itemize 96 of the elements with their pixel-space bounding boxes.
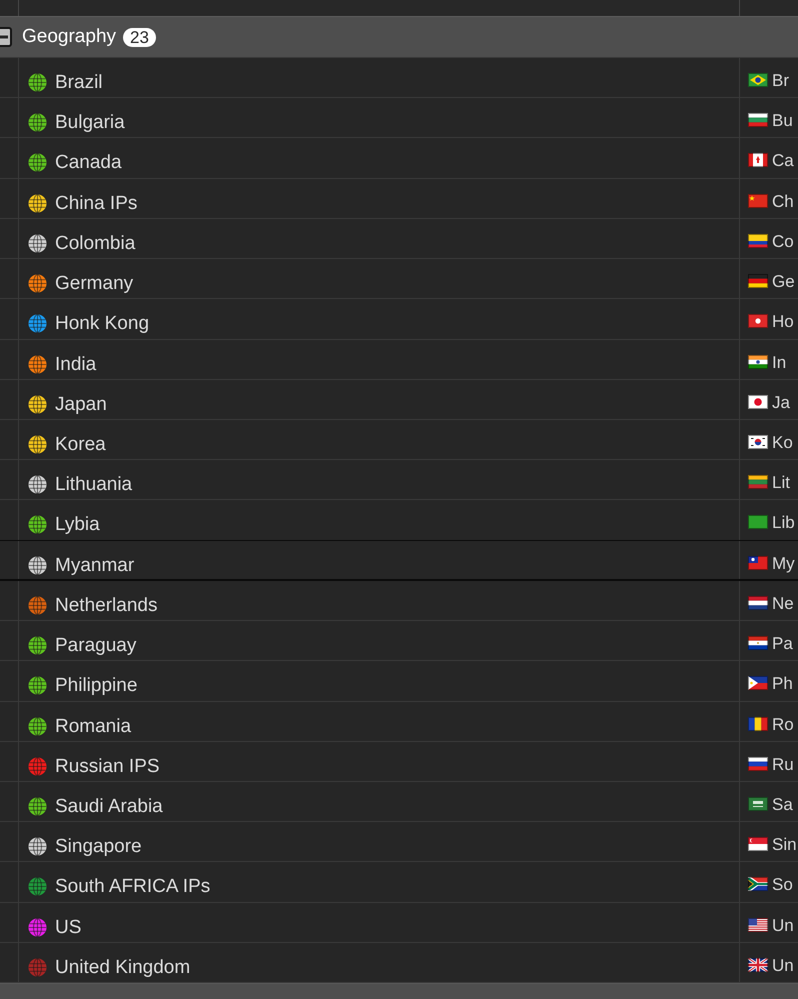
globe-icon [28, 274, 47, 294]
country-name: Ru [772, 754, 794, 775]
globe-icon [28, 837, 47, 856]
country-name: Un [772, 954, 794, 976]
item-name: China IPs [55, 192, 138, 215]
table-row[interactable]: Lithuania Lit [0, 460, 798, 500]
table-row[interactable]: Philippine Ph [0, 661, 798, 702]
country-name: Un [772, 914, 794, 936]
item-name: Netherlands [55, 594, 158, 617]
table-row[interactable]: Japan Ja [0, 380, 798, 420]
item-name: Brazil [55, 71, 103, 94]
table-row[interactable]: China IPs Ch [0, 178, 798, 219]
table-row[interactable]: Lybia Lib [0, 500, 798, 541]
globe-icon [28, 113, 47, 132]
country-name: Ko [772, 432, 793, 453]
country-name: Ja [772, 392, 790, 413]
table-row[interactable]: Paraguay Pa [0, 621, 798, 662]
globe-icon [28, 314, 47, 334]
count-badge: 23 [123, 28, 156, 46]
country-name: Sa [772, 794, 793, 815]
country-name: Ch [772, 190, 794, 212]
country-name: My [772, 552, 795, 574]
table-row[interactable]: United Kingdom Un [0, 942, 798, 984]
globe-icon [28, 556, 47, 575]
globe-icon [28, 234, 47, 253]
globe-icon [28, 475, 47, 494]
item-name: US [55, 916, 82, 939]
globe-icon [28, 596, 47, 615]
globe-icon [28, 515, 47, 534]
table-row[interactable]: Romania Ro [0, 702, 798, 742]
globe-icon [28, 73, 47, 92]
table-row[interactable]: Saudi Arabia Sa [0, 782, 798, 822]
globe-icon [28, 394, 47, 414]
item-name: United Kingdom [55, 956, 190, 979]
country-name: Bu [772, 110, 793, 132]
country-name: Ho [772, 311, 794, 332]
globe-icon [28, 918, 47, 937]
globe-icon [28, 194, 47, 213]
table-row[interactable]: Myanmar My [0, 540, 798, 581]
country-name: Lib [772, 512, 795, 534]
item-name: Philippine [55, 674, 138, 698]
country-name: Lit [772, 472, 790, 494]
country-name: Pa [772, 633, 793, 654]
group-header[interactable]: Geography 23 [0, 17, 798, 58]
country-name: Ro [772, 714, 794, 734]
country-name: Ca [772, 150, 794, 172]
table-row[interactable]: Netherlands Ne [0, 580, 798, 622]
country-name: Ne [772, 592, 794, 614]
item-name: Singapore [55, 835, 142, 858]
item-name: South AFRICA IPs [55, 875, 210, 898]
item-name: Japan [55, 392, 107, 416]
country-name: Br [772, 70, 789, 91]
table-row[interactable]: Singapore Sin [0, 822, 798, 862]
country-name: Sin [772, 834, 797, 856]
item-name: Honk Kong [55, 312, 150, 336]
globe-icon [28, 354, 47, 374]
country-name: Ph [772, 673, 793, 694]
item-name: Paraguay [55, 634, 136, 658]
globe-icon [28, 756, 47, 776]
item-name: Lybia [55, 513, 100, 536]
country-name: Ge [772, 271, 795, 292]
table-row[interactable]: Canada Ca [0, 138, 798, 179]
table-row[interactable]: Germany Ge [0, 259, 798, 300]
item-name: Saudi Arabia [55, 794, 163, 818]
item-name: Bulgaria [55, 111, 125, 134]
globe-icon [28, 434, 47, 454]
country-name: In [772, 352, 786, 373]
table-row[interactable]: US Un [0, 902, 798, 943]
table-row[interactable]: Colombia Co [0, 218, 798, 260]
globe-icon [28, 877, 47, 896]
table-row[interactable]: Brazil Br [0, 58, 798, 98]
group-name: Geography [22, 26, 116, 48]
table-row[interactable]: Korea Ko [0, 420, 798, 460]
table-row[interactable]: India In [0, 340, 798, 380]
item-name: Romania [55, 714, 132, 738]
item-name: Colombia [55, 232, 136, 255]
table-row[interactable]: Bulgaria Bu [0, 98, 798, 138]
globe-icon [28, 716, 47, 736]
globe-icon [28, 796, 47, 816]
globe-icon [28, 958, 47, 977]
item-name: Myanmar [55, 554, 134, 577]
collapse-icon[interactable] [0, 27, 12, 47]
item-name: India [55, 352, 96, 376]
globe-icon [28, 153, 47, 172]
country-name: Co [772, 230, 794, 252]
country-name: So [772, 874, 793, 896]
item-name: Germany [55, 272, 134, 296]
item-name: Lithuania [55, 473, 132, 496]
globe-icon [28, 676, 47, 696]
table-row[interactable]: South AFRICA IPs So [0, 862, 798, 903]
globe-icon [28, 636, 47, 656]
item-name: Korea [55, 432, 106, 456]
table-row[interactable]: Honk Kong Ho [0, 299, 798, 340]
table-row[interactable]: Russian IPS Ru [0, 742, 798, 782]
item-name: Canada [55, 151, 122, 174]
item-name: Russian IPS [55, 754, 160, 778]
